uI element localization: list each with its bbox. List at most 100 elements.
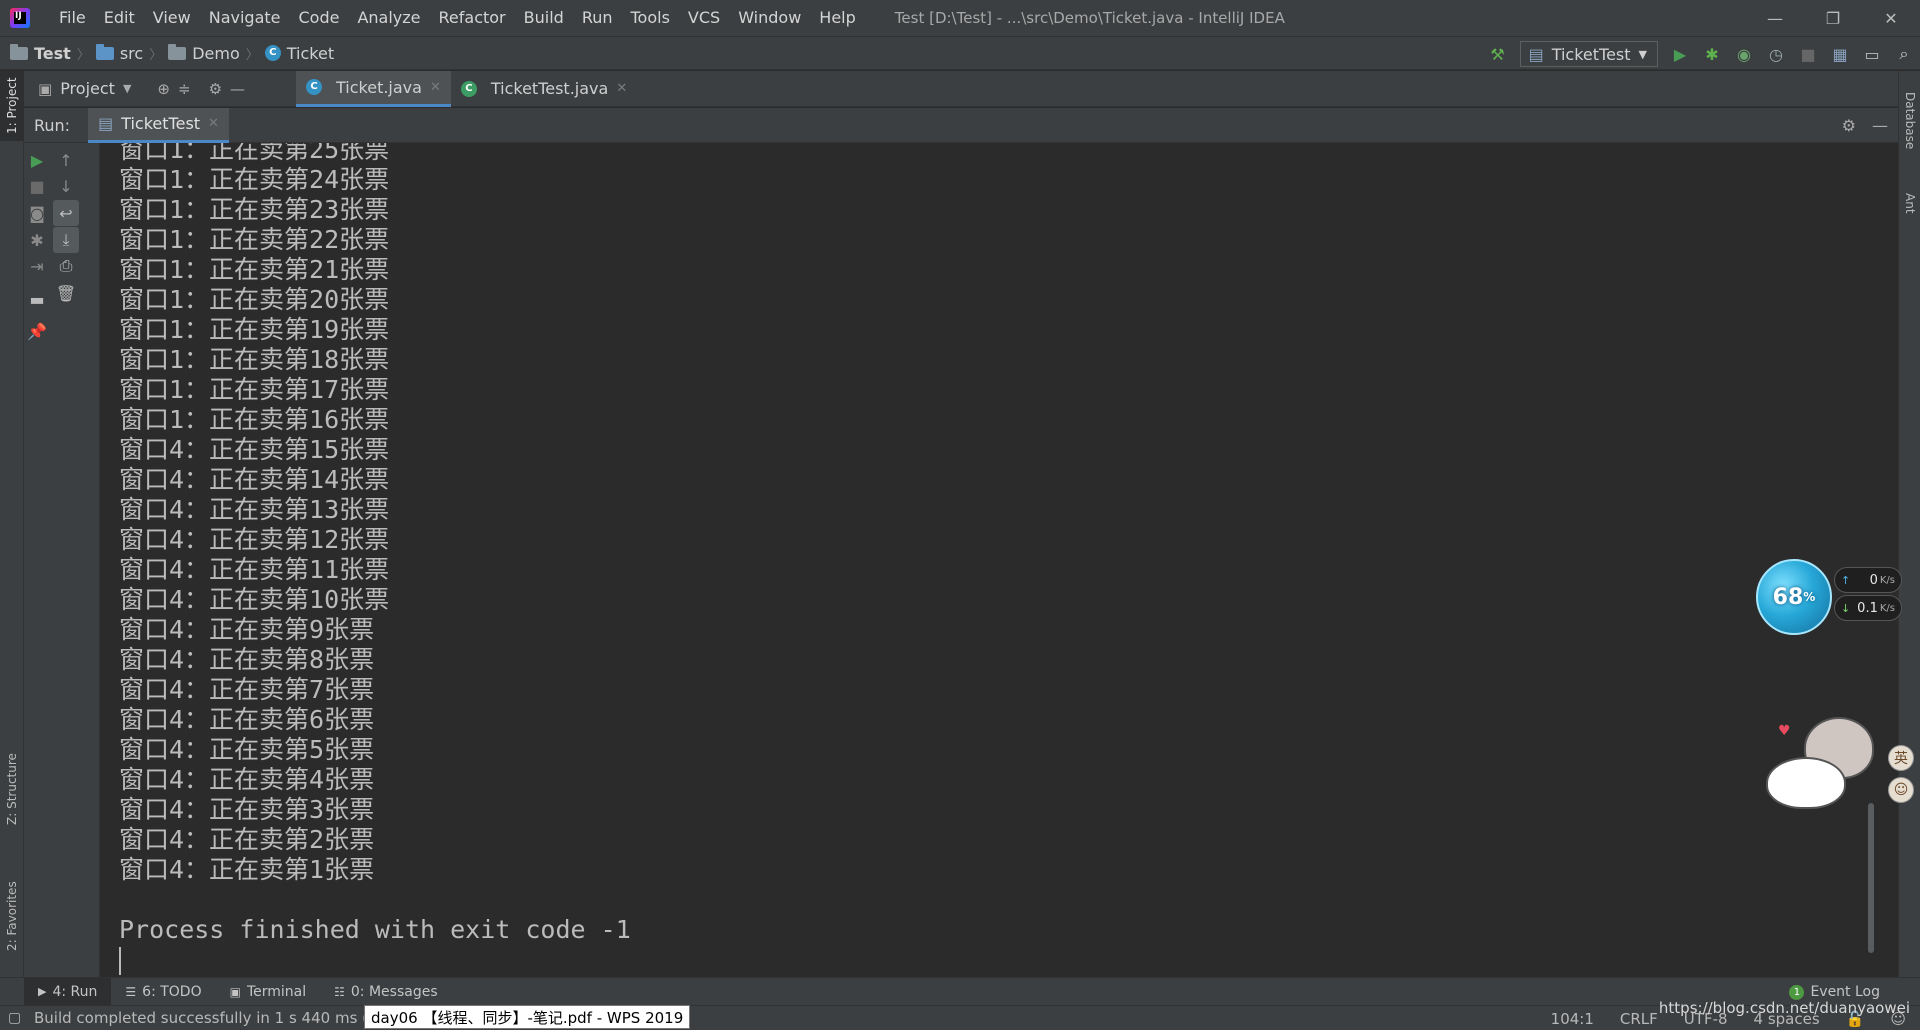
status-message[interactable]: Build completed successfully in 1 s 440 …	[34, 1009, 377, 1027]
stop-icon[interactable]: ■	[1798, 44, 1818, 64]
hide-icon[interactable]: —	[230, 80, 245, 98]
tool-tab-favorites-label: 2: Favorites	[5, 881, 19, 951]
menu-view[interactable]: View	[144, 0, 200, 36]
globe-memory-icon[interactable]: 68%	[1756, 559, 1832, 635]
close-tab-icon[interactable]: ✕	[208, 116, 219, 131]
coverage-icon[interactable]: ◉	[1734, 44, 1754, 64]
project-pane-label[interactable]: Project	[60, 79, 115, 98]
soft-wrap-icon[interactable]: ↩	[53, 200, 79, 226]
down-arrow-icon[interactable]: ↓	[53, 173, 79, 199]
menu-tools[interactable]: Tools	[622, 0, 679, 36]
terminal-window-icon[interactable]: ▭	[1862, 44, 1882, 64]
navigation-bar: Test 〉 src 〉 Demo 〉 C Ticket ⚒ ▤ TicketT…	[0, 36, 1920, 70]
tool-tab-messages-label: 0: Messages	[350, 983, 438, 1000]
gear-icon[interactable]: ⚙	[209, 80, 222, 98]
console-line: 窗口4：正在卖第12张票	[119, 525, 390, 554]
tool-tab-project[interactable]: 1: Project	[0, 71, 24, 141]
folder-icon	[95, 43, 114, 60]
taskbar-tooltip: day06 【线程、同步】-笔记.pdf - WPS 2019	[364, 1005, 691, 1029]
console-line: 窗口4：正在卖第11张票	[119, 555, 390, 584]
breadcrumb-package[interactable]: Demo	[192, 44, 240, 63]
menu-help[interactable]: Help	[810, 0, 864, 36]
trash-icon[interactable]: 🗑	[53, 280, 79, 306]
close-tab-icon[interactable]: ✕	[430, 80, 441, 95]
tool-tab-messages[interactable]: ☷ 0: Messages	[320, 978, 452, 1006]
menu-analyze[interactable]: Analyze	[348, 0, 429, 36]
close-window-button[interactable]: ✕	[1862, 0, 1920, 36]
menu-run[interactable]: Run	[573, 0, 622, 36]
tool-tab-favorites[interactable]: 2: Favorites	[0, 866, 24, 966]
exit-icon[interactable]: ⇥	[24, 253, 50, 279]
collapse-all-icon[interactable]: ≑	[178, 80, 191, 98]
camera-icon[interactable]: ◙	[24, 200, 50, 226]
right-tool-strip: Database Ant	[1898, 71, 1920, 977]
scrollbar-thumb[interactable]	[1868, 803, 1874, 953]
hide-icon[interactable]: —	[1872, 116, 1888, 135]
run-config-label: TicketTest	[1551, 44, 1631, 64]
editor-tab-label: TicketTest.java	[490, 79, 609, 98]
search-icon[interactable]: ⌕	[1894, 44, 1914, 64]
run-tab-tickettest[interactable]: ▤ TicketTest ✕	[88, 107, 229, 143]
profile-icon[interactable]: ◷	[1766, 44, 1786, 64]
tool-tab-database[interactable]: Database	[1899, 81, 1920, 161]
network-speed-widget[interactable]: 68% ↑ 0 K/s ↓ 0.1 K/s	[1752, 555, 1902, 639]
editor-tab-tickettest[interactable]: C TicketTest.java ✕	[451, 71, 637, 107]
run-icon[interactable]: ▶	[1670, 44, 1690, 64]
line-separator[interactable]: CRLF	[1620, 1010, 1658, 1028]
config-icon: ▤	[98, 114, 114, 133]
scroll-to-end-icon[interactable]: ⤓	[53, 227, 79, 253]
close-tab-icon[interactable]: ✕	[616, 81, 627, 96]
ime-language-icon[interactable]: 英	[1888, 745, 1914, 771]
locate-icon[interactable]: ⊕	[157, 80, 170, 98]
status-layout-icon[interactable]: ▢	[8, 1010, 21, 1026]
mascot-icon[interactable]: ☺	[1888, 777, 1914, 803]
menu-navigate[interactable]: Navigate	[200, 0, 290, 36]
breadcrumb-project[interactable]: Test	[34, 44, 71, 63]
gear-icon[interactable]: ⚙	[1842, 116, 1856, 135]
tool-tab-todo[interactable]: ☰ 6: TODO	[111, 978, 215, 1006]
up-arrow-icon[interactable]: ↑	[53, 147, 79, 173]
menu-file[interactable]: File	[50, 0, 95, 36]
console-line: 窗口1：正在卖第16张票	[119, 405, 390, 434]
minimize-button[interactable]: —	[1746, 0, 1804, 36]
editor-tab-ticket[interactable]: C Ticket.java ✕	[296, 70, 451, 107]
debug-bug-icon[interactable]: ✱	[24, 227, 50, 253]
restore-button[interactable]: ❐	[1804, 0, 1862, 36]
layout-icon[interactable]: ▬	[24, 286, 50, 312]
breadcrumb-class[interactable]: Ticket	[287, 44, 334, 63]
rerun-icon[interactable]: ▶	[24, 147, 50, 173]
console-output[interactable]: 窗口1：正在卖第25张票 窗口1：正在卖第24张票 窗口1：正在卖第23张票 窗…	[100, 143, 1876, 977]
menu-window[interactable]: Window	[729, 0, 810, 36]
tool-tab-terminal[interactable]: ▣ Terminal	[216, 978, 321, 1006]
stop-icon[interactable]: ■	[24, 173, 50, 199]
tool-tab-run[interactable]: ▶ 4: Run	[24, 977, 112, 1006]
console-line: 窗口4：正在卖第9张票	[119, 615, 375, 644]
menu-edit[interactable]: Edit	[95, 0, 144, 36]
tool-tab-structure[interactable]: Z: Structure	[0, 739, 24, 839]
project-view-icon: ▣	[38, 79, 53, 98]
menu-build[interactable]: Build	[515, 0, 573, 36]
tool-tab-structure-label: Z: Structure	[5, 753, 19, 825]
config-icon: ▤	[1528, 44, 1544, 64]
run-window-actions: ⚙ —	[1842, 108, 1888, 143]
pin-icon[interactable]: 📌	[24, 318, 50, 344]
menu-vcs[interactable]: VCS	[679, 0, 729, 36]
print-icon[interactable]: ⎙	[53, 253, 79, 279]
percent-sign: %	[1803, 590, 1816, 604]
caret-position[interactable]: 104:1	[1551, 1010, 1594, 1028]
run-toolbar: ▶ ↑ ■ ↓ ◙ ↩ ✱ ⤓ ⇥ ⎙ 🗑 ▬ 📌	[24, 143, 100, 977]
dropdown-arrow-icon[interactable]: ▼	[123, 82, 131, 95]
tool-tab-database-label: Database	[1903, 92, 1917, 150]
menu-refactor[interactable]: Refactor	[430, 0, 515, 36]
menu-code[interactable]: Code	[290, 0, 349, 36]
debug-icon[interactable]: ✱	[1702, 44, 1722, 64]
breadcrumb-src[interactable]: src	[120, 44, 143, 63]
project-structure-icon[interactable]: ▦	[1830, 44, 1850, 64]
tool-tab-ant[interactable]: Ant	[1899, 181, 1920, 225]
cat-mascot-icon[interactable]: ♥	[1760, 715, 1884, 815]
build-hammer-icon[interactable]: ⚒	[1488, 44, 1508, 64]
console-line: 窗口4：正在卖第1张票	[119, 855, 375, 884]
console-line: 窗口4：正在卖第6张票	[119, 705, 375, 734]
run-config-selector[interactable]: ▤ TicketTest ▼	[1519, 41, 1658, 67]
